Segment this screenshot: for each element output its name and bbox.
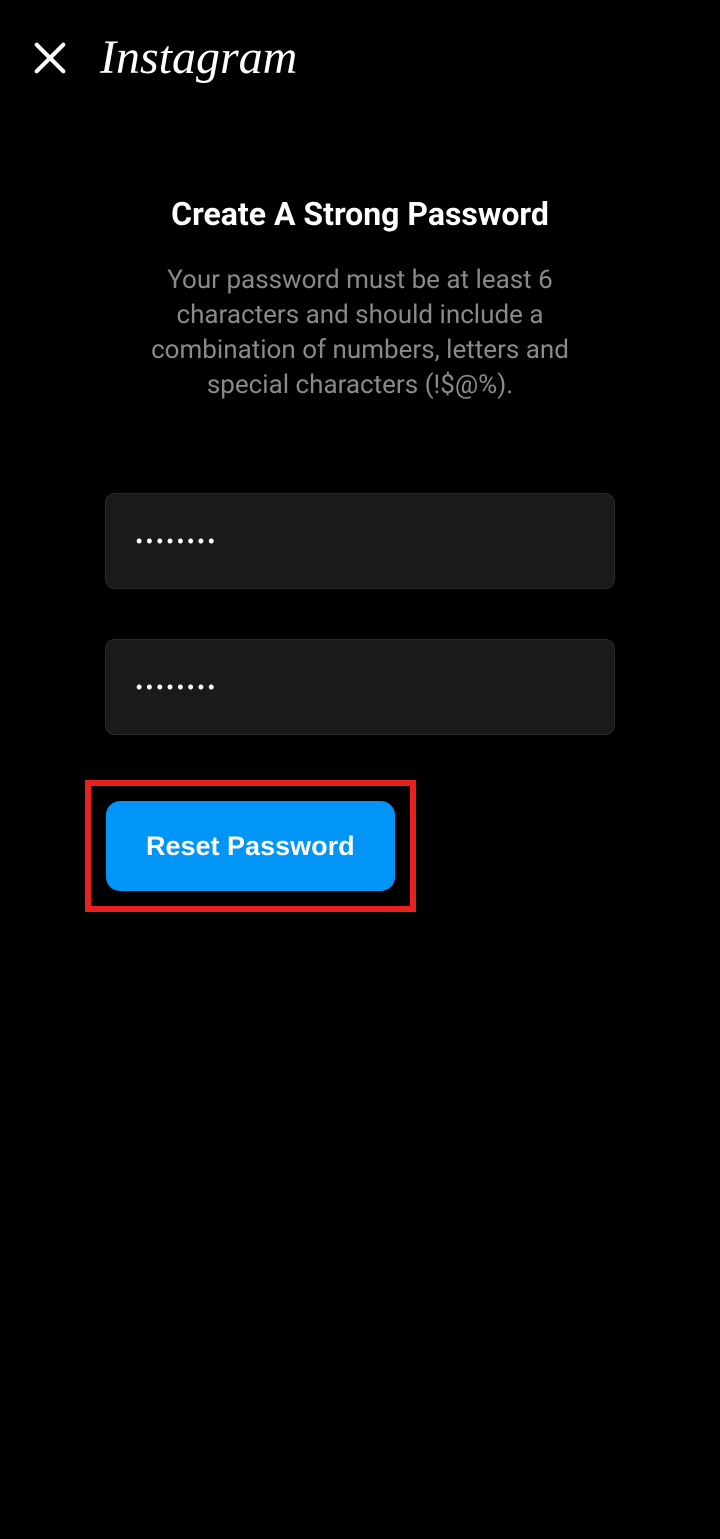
- new-password-input[interactable]: [105, 493, 615, 589]
- main-content: Create A Strong Password Your password m…: [0, 195, 720, 912]
- instagram-logo: Instagram: [100, 30, 297, 85]
- button-row: Reset Password: [105, 785, 615, 912]
- header: Instagram: [0, 0, 720, 115]
- highlight-annotation: Reset Password: [85, 780, 416, 912]
- password-requirements-text: Your password must be at least 6 charact…: [105, 263, 615, 403]
- reset-password-button[interactable]: Reset Password: [106, 801, 395, 891]
- page-title: Create A Strong Password: [105, 195, 615, 233]
- confirm-password-input[interactable]: [105, 639, 615, 735]
- close-icon[interactable]: [30, 38, 70, 78]
